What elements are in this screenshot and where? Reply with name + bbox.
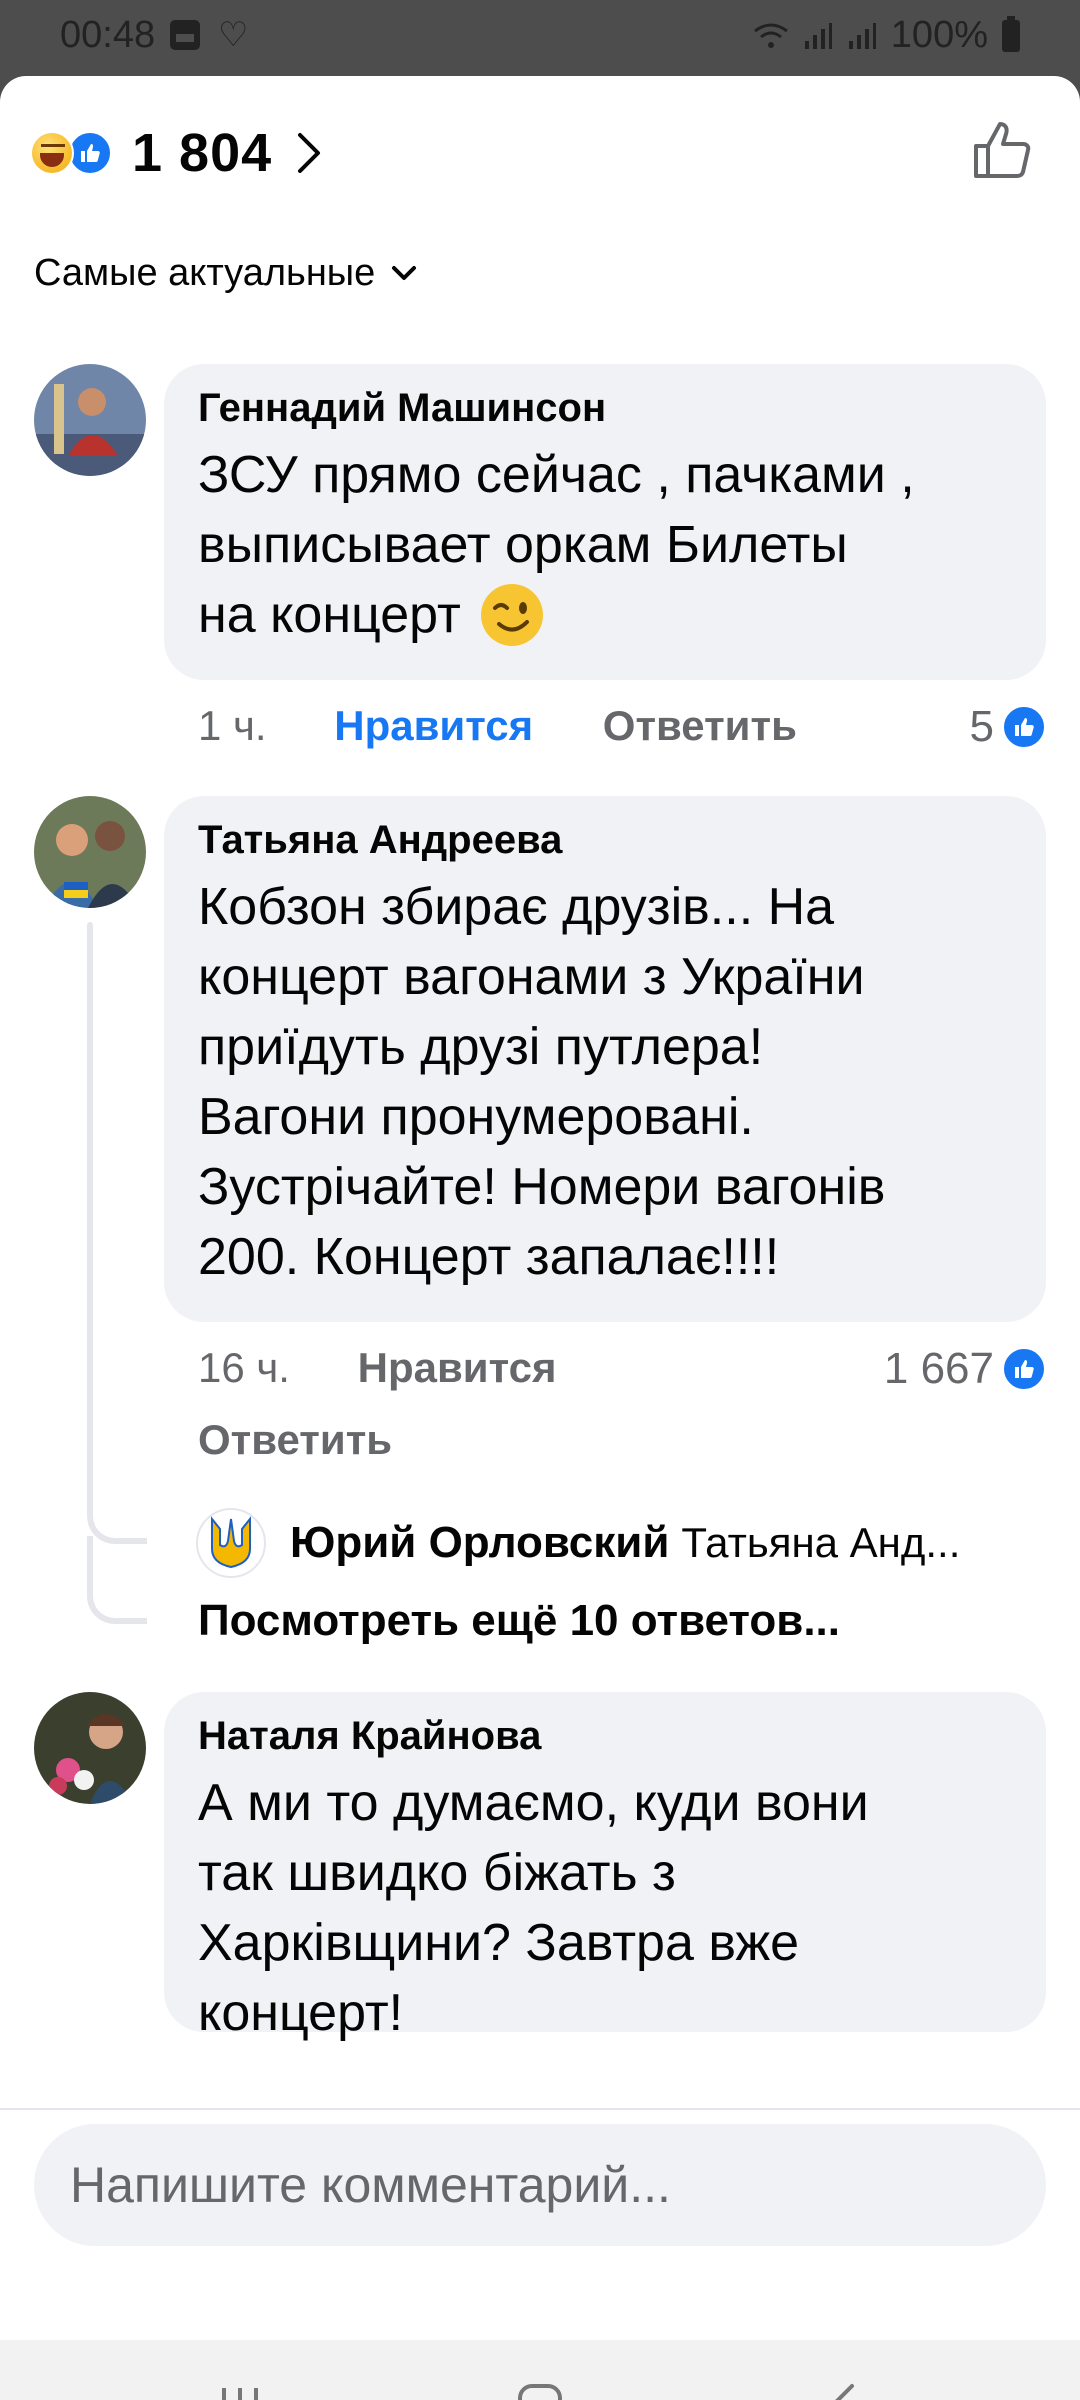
sort-dropdown[interactable]: Самые актуальные	[34, 252, 417, 295]
thread-connector	[87, 1476, 147, 1544]
like-post-icon[interactable]	[970, 118, 1034, 182]
comment-input[interactable]: Напишите комментарий...	[34, 2124, 1046, 2246]
comment-like-count[interactable]: 1 667	[884, 1344, 1046, 1394]
status-time: 00:48	[60, 14, 156, 56]
chevron-down-icon	[392, 265, 417, 280]
reply-button[interactable]: Ответить	[198, 1416, 392, 1464]
chevron-right-icon	[298, 133, 321, 173]
reply-avatar	[196, 1508, 266, 1578]
status-right: 100%	[753, 14, 1020, 57]
reply-author[interactable]: Юрий Орловский	[290, 1518, 669, 1568]
trident-icon	[211, 1516, 251, 1569]
system-nav-bar	[0, 2340, 1080, 2400]
reactions-summary[interactable]: 1 804	[30, 118, 322, 188]
sort-label: Самые актуальные	[34, 252, 376, 294]
comment-meta: 1 ч. Нравится Ответить	[198, 702, 797, 750]
health-icon: ♡	[218, 16, 249, 54]
reply-button[interactable]: Ответить	[603, 702, 797, 749]
like-button[interactable]: Нравится	[358, 1344, 557, 1391]
comment-author[interactable]: Наталя Крайнова	[198, 1710, 1012, 1762]
comment-bubble[interactable]: Татьяна Андреева Кобзон збирає друзів...…	[164, 796, 1046, 1322]
like-button[interactable]: Нравится	[334, 702, 533, 749]
battery-icon	[1002, 15, 1020, 52]
battery-percent: 100%	[890, 14, 988, 56]
home-icon[interactable]	[516, 2380, 564, 2400]
comment-input-placeholder: Напишите комментарий...	[70, 2157, 671, 2213]
like-reaction-icon	[1002, 705, 1046, 749]
reply-snippet: Татьяна Анд...	[681, 1519, 961, 1566]
comment-meta: 16 ч. Нравится	[198, 1344, 556, 1392]
like-reaction-icon	[1002, 1347, 1046, 1391]
like-reaction-icon	[68, 131, 112, 175]
comments-sheet: 1 804 Самые актуальные Геннадий Машинсон…	[0, 76, 1080, 2400]
haha-reaction-icon	[30, 131, 74, 175]
wifi-icon	[753, 23, 788, 48]
comment-author[interactable]: Геннадий Машинсон	[198, 382, 1012, 434]
thread-connector	[87, 1536, 147, 1624]
signal-2-icon	[848, 22, 876, 49]
comment-time[interactable]: 1 ч.	[198, 702, 267, 749]
comment-text: А ми то думаємо, куди вони так швидко бі…	[198, 1774, 869, 2042]
back-icon[interactable]	[820, 2380, 868, 2400]
avatar[interactable]	[34, 364, 146, 476]
recent-apps-icon[interactable]	[216, 2380, 264, 2400]
comment-bubble[interactable]: Наталя Крайнова А ми то думаємо, куди во…	[164, 1692, 1046, 2042]
comment-text: Кобзон збирає друзів... На концерт вагон…	[198, 878, 886, 1286]
status-bar: 00:48 ♡ 100%	[0, 0, 1080, 74]
thread-line	[87, 922, 93, 1482]
wink-emoji-icon	[480, 584, 543, 646]
comment-author[interactable]: Татьяна Андреева	[198, 814, 1012, 866]
comment-text: ЗСУ прямо сейчас , пачками , выписывает …	[198, 440, 1012, 650]
signal-icon	[804, 22, 832, 49]
comment-time[interactable]: 16 ч.	[198, 1344, 290, 1391]
reply-preview[interactable]: Юрий Орловский Татьяна Анд...	[196, 1508, 960, 1578]
status-icons: ♡	[170, 16, 249, 54]
avatar[interactable]	[34, 1692, 146, 1804]
view-more-replies-link[interactable]: Посмотреть ещё 10 ответов...	[198, 1596, 840, 1646]
comment-bubble[interactable]: Геннадий Машинсон ЗСУ прямо сейчас , пач…	[164, 364, 1046, 680]
reaction-count: 1 804	[132, 123, 273, 183]
gallery-icon	[170, 20, 200, 50]
comment-like-count[interactable]: 5	[970, 702, 1046, 752]
avatar[interactable]	[34, 796, 146, 908]
